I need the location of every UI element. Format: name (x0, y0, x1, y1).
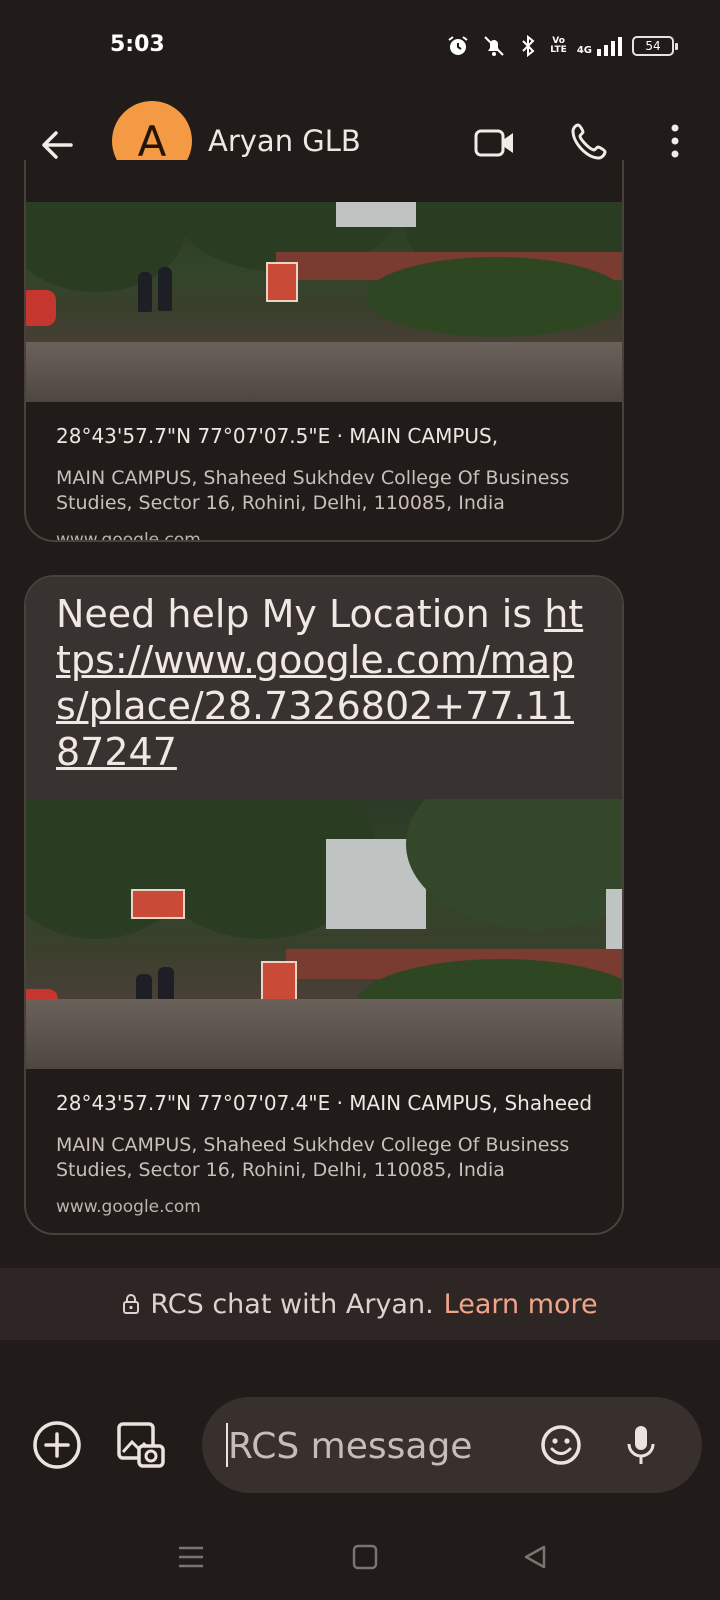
location-domain: www.google.com (56, 1197, 201, 1217)
rcs-banner-text: RCS chat with Aryan. (150, 1288, 434, 1320)
location-title: 28°43'57.7"N 77°07'07.5"E · MAIN CAMPUS, (56, 424, 499, 448)
volte-indicator: Vo LTE (550, 37, 567, 55)
avatar-letter: A (137, 116, 167, 166)
nav-back-button[interactable] (520, 1542, 550, 1572)
emoji-icon (541, 1425, 581, 1465)
status-icons: Vo LTE 4G 54 (446, 34, 678, 58)
voice-input-button[interactable] (617, 1421, 665, 1469)
message-composer (202, 1397, 702, 1493)
add-circle-icon (33, 1421, 81, 1469)
gallery-button[interactable] (115, 1420, 167, 1472)
message-input[interactable] (226, 1421, 520, 1471)
learn-more-link[interactable]: Learn more (444, 1289, 598, 1320)
lte-label: LTE (550, 45, 567, 55)
contact-name[interactable]: Aryan GLB (208, 124, 361, 158)
message-text: Need help My Location is https://www.goo… (26, 577, 622, 799)
microphone-icon (627, 1426, 655, 1464)
nav-recents-button[interactable] (176, 1542, 206, 1572)
voice-call-button[interactable] (565, 116, 615, 166)
more-vertical-icon (671, 124, 679, 158)
location-card[interactable]: 28°43'57.7"N 77°07'07.5"E · MAIN CAMPUS,… (24, 160, 624, 542)
square-icon (352, 1544, 378, 1570)
location-photo[interactable] (26, 799, 622, 1069)
more-button[interactable] (655, 116, 695, 166)
status-time: 5:03 (110, 32, 165, 57)
nav-home-button[interactable] (350, 1542, 380, 1572)
battery-icon: 54 (632, 36, 678, 56)
network-type-label: 4G (576, 45, 592, 56)
signal-icon: 4G (577, 36, 622, 56)
add-attachment-button[interactable] (32, 1420, 82, 1470)
emoji-button[interactable] (537, 1421, 585, 1469)
location-address: MAIN CAMPUS, Shaheed Sukhdev College Of … (56, 1134, 570, 1181)
message-bubble[interactable]: Need help My Location is https://www.goo… (24, 575, 624, 1235)
location-photo[interactable] (26, 202, 622, 402)
video-camera-icon (474, 129, 513, 157)
menu-icon (179, 1546, 203, 1568)
gallery-icon (117, 1422, 165, 1468)
alarm-icon (446, 34, 470, 58)
bluetooth-icon (518, 34, 540, 58)
arrow-back-icon (42, 131, 73, 159)
location-address: MAIN CAMPUS, Shaheed Sukhdev College Of … (56, 467, 570, 514)
message-text-prefix: Need help My Location is (56, 592, 545, 636)
location-domain: www.google.com (56, 530, 201, 542)
location-title: 28°43'57.7"N 77°07'07.4"E · MAIN CAMPUS,… (56, 1091, 592, 1115)
lock-icon (123, 1294, 140, 1314)
rcs-banner: RCS chat with Aryan. Learn more (0, 1268, 720, 1340)
mute-icon (480, 34, 508, 58)
triangle-back-icon (524, 1545, 546, 1569)
phone-icon (571, 123, 607, 160)
